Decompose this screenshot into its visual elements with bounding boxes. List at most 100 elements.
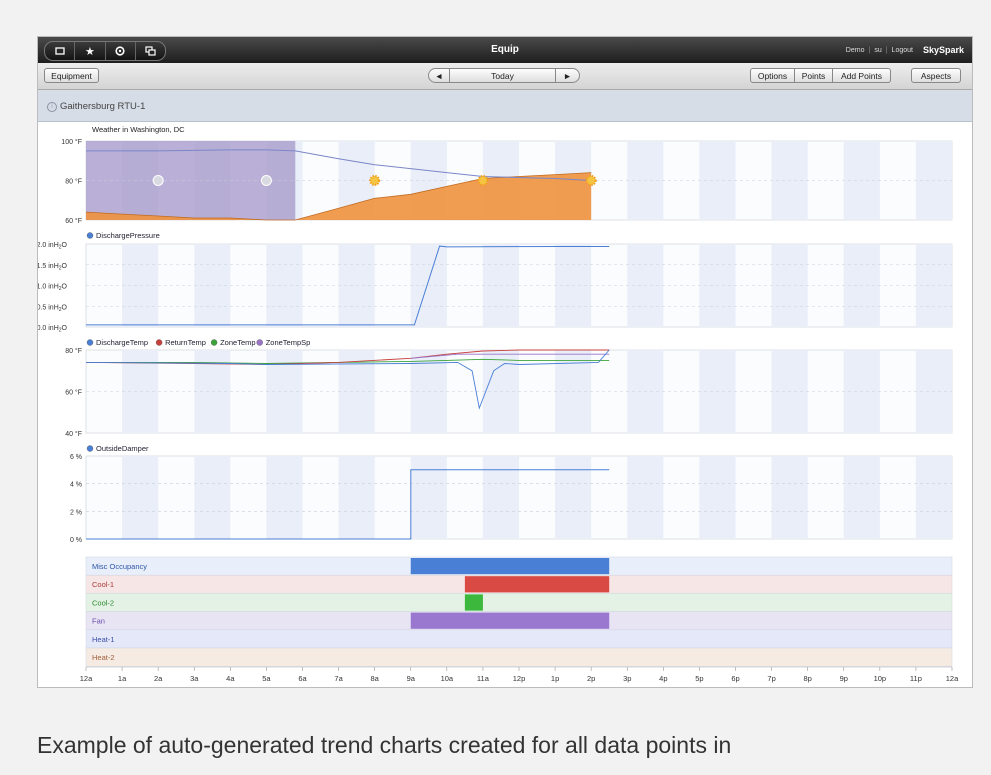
damper-y-tick: 2 % (70, 509, 82, 516)
damper-hour-band (266, 456, 303, 539)
damper-hour-band (194, 456, 231, 539)
x-tick-label: 12p (513, 674, 526, 683)
equipment-button[interactable]: Equipment (44, 68, 99, 83)
temps-dischargetemp-legend-label: DischargeTemp (96, 338, 148, 347)
temps-y-tick: 80 °F (65, 347, 82, 355)
sun-weather-icon (477, 175, 489, 186)
x-tick-label: 8p (803, 674, 811, 683)
pressure-legend-label: DischargePressure (96, 231, 160, 240)
x-tick-label: 8a (370, 674, 379, 683)
pressure-y-tick: 2.0 inH2O (38, 242, 68, 251)
sun-weather-icon (585, 175, 597, 186)
bool-row-label: Cool-1 (92, 580, 114, 589)
pressure-y-tick: 0.5 inH2O (38, 304, 68, 313)
damper-hour-band (555, 456, 592, 539)
user-name[interactable]: Demo (846, 47, 865, 54)
bool-bar (464, 576, 610, 593)
damper-hour-band (699, 456, 736, 539)
night-weather-icon (260, 175, 272, 186)
damper-hour-band (122, 456, 159, 539)
temps-y-tick: 40 °F (65, 430, 82, 438)
trend-chart: Weather in Washington, DC 100 °F 80 °F 60 °… (38, 125, 959, 683)
bool-row-label: Misc Occupancy (92, 562, 147, 571)
bool-row-label: Cool-2 (92, 598, 114, 607)
equip-title: Gaithersburg RTU-1 (60, 101, 146, 112)
damper-legend-swatch (86, 445, 94, 452)
damper-hour-band (915, 456, 952, 539)
temps-returntemp-legend-swatch (155, 339, 163, 346)
bool-row-cool-2 (85, 593, 953, 612)
bool-row-label: Heat-1 (92, 635, 115, 644)
x-tick-label: 9p (840, 674, 848, 683)
bool-row-label: Heat-2 (92, 653, 115, 662)
add-points-button[interactable]: Add Points (833, 68, 891, 83)
weather-y-tick: 100 °F (61, 138, 82, 146)
damper-hour-band (338, 456, 375, 539)
x-tick-label: 11p (910, 674, 922, 683)
x-tick-label: 3p (623, 674, 631, 683)
weather-y-tick: 80 °F (65, 178, 82, 186)
bool-bar (464, 594, 483, 611)
figure-caption: Example of auto-generated trend charts c… (37, 732, 732, 758)
x-tick-label: 4p (659, 674, 667, 683)
damper-y-tick: 4 % (70, 482, 82, 489)
temps-zonetemp-legend-swatch (210, 339, 218, 346)
pressure-y-tick: 0.0 inH2O (38, 325, 68, 334)
temps-returntemp-legend-label: ReturnTemp (165, 338, 206, 347)
damper-y-tick: 0 % (70, 537, 82, 544)
prev-day-button[interactable]: ◄ (428, 68, 450, 83)
temps-y-tick: 60 °F (65, 389, 82, 397)
equip-header: i Gaithersburg RTU-1 (38, 90, 972, 122)
bool-bar (410, 612, 610, 629)
night-weather-icon (152, 175, 164, 186)
bool-bar (410, 558, 610, 575)
temps-zonetempsp-legend-label: ZoneTempSp (266, 338, 311, 347)
damper-hour-band (410, 456, 447, 539)
x-tick-label: 5a (262, 674, 271, 683)
x-tick-label: 12a (946, 674, 959, 683)
user-menu: Demo | su | Logout SkySpark (845, 45, 964, 55)
damper-hour-band (627, 456, 664, 539)
aspects-button[interactable]: Aspects (911, 68, 961, 83)
toolbar: Equipment ◄ Today ► Options Points Add P… (38, 63, 972, 90)
options-button[interactable]: Options (750, 68, 795, 83)
x-tick-label: 10p (874, 674, 887, 683)
damper-hour-band (843, 456, 880, 539)
damper-y-tick: 6 % (70, 454, 82, 461)
logout-link[interactable]: Logout (892, 47, 913, 54)
pressure-legend-swatch (86, 232, 94, 239)
damper-hour-band (482, 456, 519, 539)
x-tick-label: 5p (695, 674, 703, 683)
info-icon[interactable]: i (47, 102, 57, 112)
pressure-y-tick: 1.0 inH2O (38, 284, 68, 293)
x-tick-label: 10a (441, 674, 454, 683)
x-tick-label: 1p (551, 674, 559, 683)
temps-dischargetemp-legend-swatch (86, 339, 94, 346)
sun-weather-icon (369, 175, 381, 186)
x-tick-label: 1a (118, 674, 127, 683)
bool-row-heat-2 (85, 647, 953, 667)
next-day-button[interactable]: ► (556, 68, 580, 83)
x-tick-label: 12a (80, 674, 93, 683)
x-tick-label: 2a (154, 674, 163, 683)
damper-legend-label: OutsideDamper (96, 444, 149, 453)
app-title: Equip (491, 44, 519, 55)
x-tick-label: 7a (334, 674, 343, 683)
pressure-y-tick: 1.5 inH2O (38, 263, 68, 272)
date-selector[interactable]: Today (450, 68, 556, 83)
temps-zonetempsp-legend-swatch (256, 339, 263, 346)
x-tick-label: 6a (298, 674, 307, 683)
account-name[interactable]: su (874, 47, 881, 54)
damper-hour-band (771, 456, 808, 539)
points-button[interactable]: Points (795, 68, 833, 83)
weather-y-tick: 60 °F (65, 217, 82, 225)
title-bar: ★ Equip Demo | su | Logout SkySpark (38, 37, 972, 63)
bool-row-heat-1 (85, 629, 953, 649)
x-tick-label: 6p (731, 674, 739, 683)
app-window: ★ Equip Demo | su | Logout SkySpark Equi… (37, 36, 973, 688)
x-tick-label: 11a (477, 674, 490, 683)
x-tick-label: 4a (226, 674, 235, 683)
weather-title: Weather in Washington, DC (92, 125, 185, 134)
brand-logo: SkySpark (922, 45, 964, 55)
x-tick-label: 9a (407, 674, 416, 683)
